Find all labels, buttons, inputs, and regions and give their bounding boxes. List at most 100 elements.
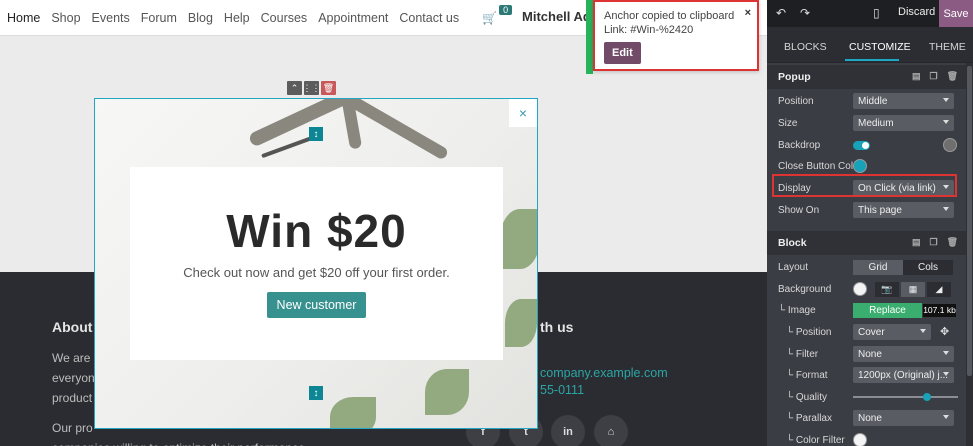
- quality-slider-track[interactable]: [853, 396, 958, 398]
- snippet-toolbar: ⌃ ⋮⋮ 🗑: [287, 81, 336, 95]
- delete-icon[interactable]: 🗑: [947, 237, 958, 248]
- save-block-icon[interactable]: ▤: [912, 237, 921, 248]
- image-position-value: Cover: [858, 326, 885, 338]
- gradient-icon[interactable]: ◢: [927, 281, 951, 297]
- image-position-label: └ Position: [786, 326, 832, 338]
- save-block-icon[interactable]: ▤: [912, 71, 921, 82]
- popup-title: Win $20: [226, 205, 407, 257]
- toast-message: Anchor copied to clipboard: [604, 10, 735, 22]
- footer-contact-phone[interactable]: 55-0111: [540, 383, 584, 397]
- leaf-shape: [505, 299, 537, 347]
- layout-row: Layout Grid Cols: [778, 258, 966, 276]
- video-icon[interactable]: ▦: [901, 281, 925, 297]
- cart-link[interactable]: 🛒 0: [482, 4, 513, 25]
- trash-icon[interactable]: 🗑: [321, 81, 336, 95]
- leaf-shape: [500, 209, 537, 269]
- nav-events[interactable]: Events: [92, 11, 130, 25]
- image-format-label: └ Format: [786, 369, 828, 381]
- nav-help[interactable]: Help: [224, 11, 250, 25]
- linkedin-icon[interactable]: in: [551, 415, 585, 446]
- popup-section-title: Popup: [778, 71, 811, 83]
- tab-blocks[interactable]: BLOCKS: [784, 41, 827, 53]
- backdrop-label: Backdrop: [778, 139, 821, 151]
- image-position-select[interactable]: Cover: [853, 324, 931, 340]
- image-format-select[interactable]: 1200px (Original) j...: [853, 367, 954, 383]
- home-icon[interactable]: ⌂: [594, 415, 628, 446]
- nav-contact-us[interactable]: Contact us: [399, 11, 459, 25]
- display-highlight-box: [772, 174, 957, 197]
- redo-icon[interactable]: ↷: [800, 6, 810, 20]
- duplicate-icon[interactable]: ❐: [929, 237, 937, 248]
- leaf-shape: [425, 369, 469, 415]
- undo-icon[interactable]: ↶: [776, 6, 786, 20]
- cart-icon: 🛒: [482, 10, 498, 25]
- nav-home[interactable]: Home: [7, 11, 40, 25]
- show-on-select[interactable]: This page: [853, 202, 954, 218]
- focal-point-icon[interactable]: ✥: [940, 325, 949, 338]
- popup-close-button[interactable]: ×: [509, 99, 537, 127]
- image-filter-select[interactable]: None: [853, 346, 954, 362]
- image-filter-value: None: [858, 348, 882, 360]
- image-filter-row: └ Filter None: [778, 345, 966, 363]
- nav-appointment[interactable]: Appointment: [318, 11, 388, 25]
- toast-close-icon[interactable]: ×: [745, 7, 751, 19]
- image-quality-label: └ Quality: [786, 391, 827, 403]
- toast-success-bar: [586, 0, 593, 74]
- layout-label: Layout: [778, 261, 809, 273]
- parallax-label: └ Parallax: [786, 412, 832, 424]
- delete-icon[interactable]: 🗑: [947, 71, 958, 82]
- active-tab-indicator: [845, 59, 899, 61]
- brand-name[interactable]: Mitchell Ad: [522, 9, 591, 24]
- position-select[interactable]: Middle: [853, 93, 954, 109]
- parallax-select[interactable]: None: [853, 410, 954, 426]
- popup-size-row: Size Medium: [778, 114, 966, 132]
- layout-toggle-group: Grid Cols: [853, 259, 953, 275]
- popup-modal: × ↕ ↕ Win $20 Check out now and get $20 …: [94, 98, 538, 429]
- drag-handle-icon[interactable]: ⋮⋮: [303, 81, 321, 95]
- new-customer-button[interactable]: New customer: [266, 292, 367, 318]
- nav-forum[interactable]: Forum: [141, 11, 177, 25]
- nav-shop[interactable]: Shop: [51, 11, 80, 25]
- footer-contact-email[interactable]: company.example.com: [540, 366, 668, 380]
- tab-customize[interactable]: CUSTOMIZE: [849, 41, 911, 53]
- layout-grid-option[interactable]: Grid: [853, 259, 903, 275]
- show-on-row: Show On This page: [778, 201, 966, 219]
- camera-icon[interactable]: 📷: [875, 281, 899, 297]
- popup-position-row: Position Middle: [778, 92, 966, 110]
- close-button-color-row: Close Button Col...: [778, 157, 966, 175]
- toast-edit-button[interactable]: Edit: [604, 42, 641, 64]
- background-color-swatch[interactable]: [853, 282, 867, 296]
- size-select[interactable]: Medium: [853, 115, 954, 131]
- block-section-title: Block: [778, 237, 807, 249]
- image-filter-label: └ Filter: [786, 348, 819, 360]
- mobile-preview-icon[interactable]: ▯: [873, 6, 880, 20]
- replace-image-button[interactable]: Replace: [853, 302, 922, 318]
- backdrop-toggle[interactable]: [853, 140, 870, 150]
- popup-section-header: Popup ▤ ❐ 🗑: [767, 65, 966, 89]
- color-filter-swatch[interactable]: [853, 433, 867, 446]
- cart-count-badge: 0: [499, 4, 513, 15]
- save-button[interactable]: Save: [939, 0, 973, 27]
- show-on-label: Show On: [778, 204, 820, 216]
- leaf-shape: [330, 397, 376, 428]
- clipboard-toast: Anchor copied to clipboard Link: #Win-%2…: [593, 0, 759, 71]
- editor-panel: ↶ ↷ ▯ Discard Save BLOCKS CUSTOMIZE THEM…: [767, 0, 973, 446]
- close-button-color-swatch[interactable]: [853, 159, 867, 173]
- duplicate-icon[interactable]: ❐: [929, 71, 937, 82]
- parallax-row: └ Parallax None: [778, 409, 966, 427]
- panel-scroll-thumb[interactable]: [967, 66, 972, 376]
- discard-button[interactable]: Discard: [898, 6, 935, 18]
- quality-slider-knob[interactable]: [922, 393, 931, 401]
- move-up-icon[interactable]: ⌃: [287, 81, 302, 95]
- block-section-header: Block ▤ ❐ 🗑: [767, 231, 966, 255]
- toast-link: Link: #Win-%2420: [604, 24, 694, 36]
- image-position-row: └ Position Cover ✥: [778, 323, 966, 341]
- tab-theme[interactable]: THEME: [929, 41, 966, 53]
- layout-cols-option[interactable]: Cols: [903, 259, 953, 275]
- backdrop-color-swatch[interactable]: [943, 138, 957, 152]
- nav-blog[interactable]: Blog: [188, 11, 213, 25]
- resize-handle-bottom-icon[interactable]: ↕: [309, 386, 323, 400]
- resize-handle-top-icon[interactable]: ↕: [309, 127, 323, 141]
- background-label: Background: [778, 283, 832, 295]
- nav-courses[interactable]: Courses: [261, 11, 308, 25]
